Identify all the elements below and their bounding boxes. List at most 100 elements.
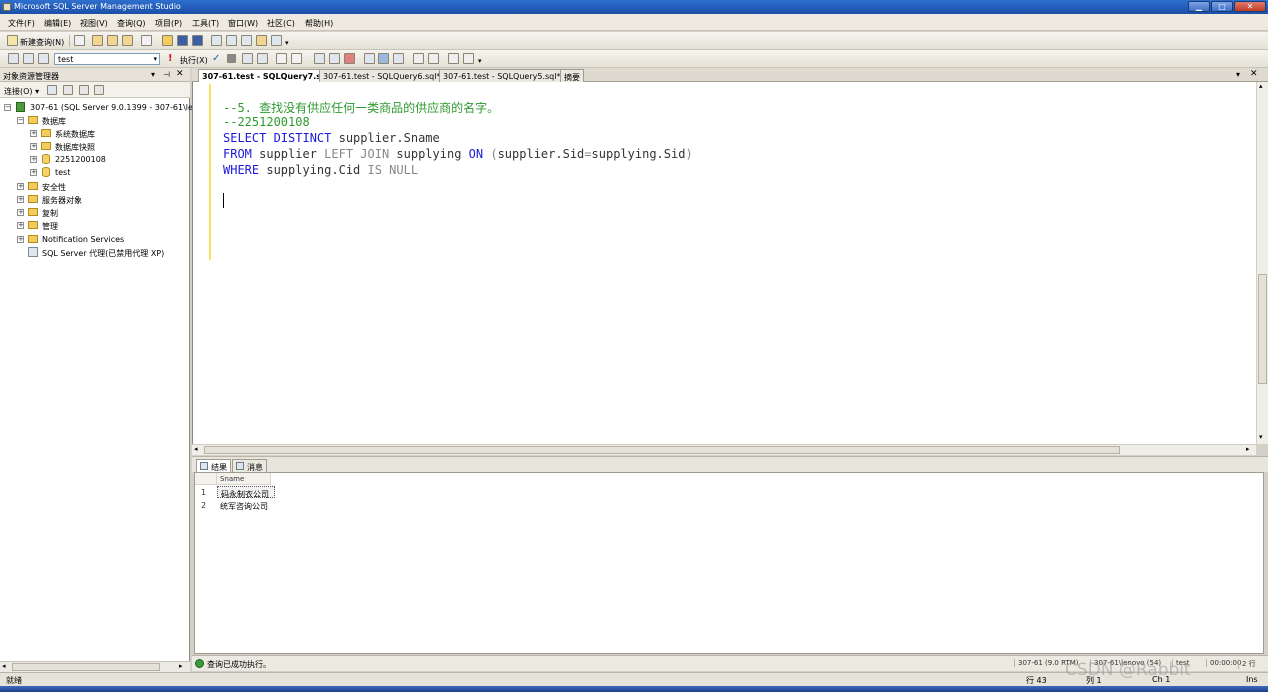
sql-operator: =	[584, 147, 592, 161]
tab-sqlquery7[interactable]: 307-61.test - SQLQuery7.sql*	[198, 69, 338, 82]
expand-icon[interactable]: +	[30, 143, 37, 150]
sql-operator: LEFT JOIN	[324, 147, 390, 161]
toolbox-icon[interactable]	[271, 35, 282, 46]
sql-editor[interactable]: --5. 查找没有供应任何一类商品的供应商的名字。 --2251200108 S…	[192, 82, 1268, 444]
object-explorer-icon[interactable]	[226, 35, 237, 46]
grid-cell[interactable]: 统军咨询公司	[217, 499, 271, 511]
save-icon[interactable]	[177, 35, 188, 46]
menu-community[interactable]: 社区(C)	[267, 18, 295, 29]
tab-results[interactable]: 结果	[196, 459, 231, 472]
tree-node-label: 服务器对象	[42, 196, 82, 205]
menu-project[interactable]: 项目(P)	[155, 18, 182, 29]
client-stats-icon[interactable]	[329, 53, 340, 64]
tab-sqlquery6[interactable]: 307-61.test - SQLQuery6.sql*	[319, 69, 445, 82]
include-statistics-icon[interactable]	[314, 53, 325, 64]
menu-edit[interactable]: 编辑(E)	[44, 18, 71, 29]
cancel-execute-icon[interactable]	[227, 54, 236, 63]
new-file-icon[interactable]	[74, 35, 85, 46]
close-button[interactable]: ✕	[1234, 1, 1266, 12]
new-query-button[interactable]: 新建查询(N)	[20, 37, 64, 48]
collapse-icon[interactable]: −	[17, 117, 24, 124]
parse-check-icon[interactable]: ✓	[212, 53, 220, 64]
menu-help[interactable]: 帮助(H)	[305, 18, 333, 29]
scroll-right-icon[interactable]: ▸	[179, 662, 183, 670]
expand-icon[interactable]: +	[17, 222, 24, 229]
increase-indent-icon[interactable]	[463, 53, 474, 64]
scroll-thumb[interactable]	[204, 446, 1120, 454]
pin-icon[interactable]: ⊣	[163, 70, 170, 79]
menu-file[interactable]: 文件(F)	[8, 18, 35, 29]
expand-icon[interactable]: +	[30, 156, 37, 163]
expand-icon[interactable]: +	[17, 209, 24, 216]
menu-query[interactable]: 查询(Q)	[117, 18, 146, 29]
tab-messages[interactable]: 消息	[232, 459, 267, 472]
toolbar-overflow-icon[interactable]: ▾	[478, 57, 482, 65]
expand-icon[interactable]: +	[17, 236, 24, 243]
mdx-query-icon[interactable]	[122, 35, 133, 46]
scroll-right-icon[interactable]: ▸	[1246, 445, 1250, 453]
display-estimated-plan-icon[interactable]	[242, 53, 253, 64]
results-icon[interactable]	[393, 53, 404, 64]
column-header-sname[interactable]: Sname	[217, 473, 271, 485]
menu-window[interactable]: 窗口(W)	[228, 18, 258, 29]
menu-tools[interactable]: 工具(T)	[192, 18, 219, 29]
scroll-thumb[interactable]	[12, 663, 160, 671]
toolbar-overflow-icon[interactable]: ▾	[285, 39, 289, 47]
collapse-icon[interactable]: −	[4, 104, 11, 111]
analysis-query-icon[interactable]	[107, 35, 118, 46]
database-select[interactable]: test ▾	[54, 53, 160, 65]
scroll-down-icon[interactable]: ▾	[1259, 433, 1263, 441]
expand-icon[interactable]: +	[30, 169, 37, 176]
connect-object-icon[interactable]	[47, 85, 57, 95]
xmla-query-icon[interactable]	[141, 35, 152, 46]
comment-out-icon[interactable]	[413, 53, 424, 64]
filter-icon[interactable]	[94, 85, 104, 95]
toolbar-separator	[69, 35, 70, 47]
include-plan-icon[interactable]	[291, 53, 302, 64]
results-grid[interactable]: Sname 1 码永制衣公司 2 统军咨询公司	[194, 472, 1264, 654]
expand-icon[interactable]: +	[17, 196, 24, 203]
editor-vertical-scrollbar[interactable]: ▴ ▾	[1256, 82, 1268, 444]
results-to-file-icon[interactable]	[364, 53, 375, 64]
expand-icon[interactable]: +	[30, 130, 37, 137]
connect-icon[interactable]	[8, 53, 19, 64]
grid-icon	[200, 462, 208, 470]
scroll-left-icon[interactable]: ◂	[194, 445, 198, 453]
execute-button[interactable]: 执行(X)	[180, 55, 208, 66]
maximize-button[interactable]: □	[1211, 1, 1233, 12]
menu-view[interactable]: 视图(V)	[80, 18, 108, 29]
decrease-indent-icon[interactable]	[448, 53, 459, 64]
explorer-horizontal-scrollbar[interactable]: ◂ ▸	[0, 661, 190, 672]
refresh-icon[interactable]	[79, 85, 89, 95]
results-to-grid-icon[interactable]	[378, 53, 389, 64]
expand-icon[interactable]: +	[17, 183, 24, 190]
scroll-up-icon[interactable]: ▴	[1259, 82, 1263, 90]
properties-icon[interactable]	[256, 35, 267, 46]
tree-node-label: SQL Server 代理(已禁用代理 XP)	[42, 249, 165, 258]
results-to-text-icon[interactable]	[344, 53, 355, 64]
panel-dropdown-icon[interactable]: ▾	[151, 70, 155, 79]
template-explorer-icon[interactable]	[241, 35, 252, 46]
registered-servers-icon[interactable]	[211, 35, 222, 46]
tab-summary[interactable]: 摘要	[560, 69, 584, 82]
change-connection-icon[interactable]	[38, 53, 49, 64]
connect-dropdown[interactable]: 连接(O) ▾	[4, 86, 39, 97]
grid-cell-selected[interactable]: 码永制衣公司	[217, 486, 275, 499]
disconnect-icon[interactable]	[23, 53, 34, 64]
tab-list-dropdown-icon[interactable]: ▾	[1236, 70, 1240, 79]
save-all-icon[interactable]	[192, 35, 203, 46]
panel-close-icon[interactable]: ✕	[176, 69, 184, 79]
tab-sqlquery5[interactable]: 307-61.test - SQLQuery5.sql*	[439, 69, 565, 82]
editor-horizontal-scrollbar[interactable]: ◂ ▸	[192, 444, 1256, 455]
scroll-left-icon[interactable]: ◂	[2, 662, 6, 670]
database-engine-query-icon[interactable]	[92, 35, 103, 46]
tree-node-label: 307-61 (SQL Server 9.0.1399 - 307-61\len	[30, 103, 198, 112]
disconnect-object-icon[interactable]	[63, 85, 73, 95]
uncomment-icon[interactable]	[428, 53, 439, 64]
open-file-icon[interactable]	[162, 35, 173, 46]
close-document-icon[interactable]: ✕	[1250, 69, 1258, 79]
specify-template-values-icon[interactable]	[276, 53, 287, 64]
query-designer-icon[interactable]	[257, 53, 268, 64]
minimize-button[interactable]: ▁	[1188, 1, 1210, 12]
scroll-thumb[interactable]	[1258, 274, 1267, 384]
